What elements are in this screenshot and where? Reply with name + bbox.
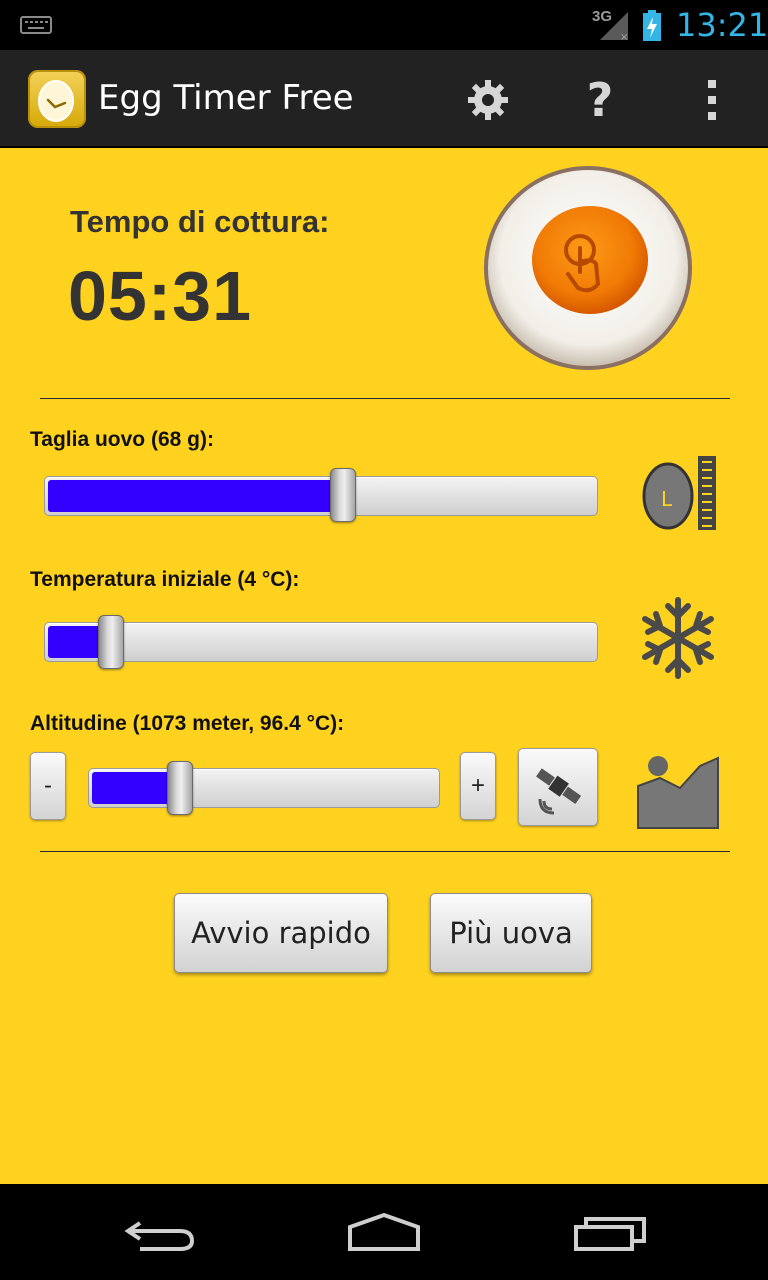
egg-size-icon: L: [642, 456, 716, 530]
mountain-icon: [637, 756, 719, 829]
more-eggs-button[interactable]: Più uova: [430, 893, 592, 973]
egg-size-slider[interactable]: [44, 476, 598, 516]
home-icon: [348, 1213, 420, 1251]
egg-size-slider-fill: [48, 480, 341, 512]
help-button[interactable]: ?: [570, 70, 630, 130]
altitude-slider-fill: [92, 772, 177, 804]
quick-start-button[interactable]: Avvio rapido: [174, 893, 388, 973]
help-icon: ?: [586, 73, 614, 127]
status-clock: 13:21: [676, 6, 768, 44]
satellite-icon: [536, 768, 582, 815]
recent-apps-button[interactable]: [570, 1208, 650, 1258]
section-divider: [40, 851, 730, 852]
altitude-label: Altitudine (1073 meter, 96.4 °C):: [30, 712, 345, 735]
cooking-time-label: Tempo di cottura:: [70, 204, 330, 239]
svg-text:×: ×: [620, 32, 628, 42]
home-button[interactable]: [344, 1208, 424, 1258]
egg-size-slider-thumb[interactable]: [330, 468, 357, 522]
overflow-menu-button[interactable]: [682, 70, 742, 130]
signal-icon: ×: [600, 12, 628, 42]
keyboard-icon: [20, 16, 52, 34]
app-logo-icon: [28, 70, 86, 128]
cooking-time-value: 05:31: [68, 257, 253, 335]
back-button[interactable]: [120, 1208, 200, 1258]
egg-size-badge: L: [661, 487, 673, 511]
status-bar: 3G × 13:21: [0, 0, 768, 50]
section-divider: [40, 398, 730, 399]
main-content: Tempo di cottura: 05:31 Taglia uovo (68 …: [0, 148, 768, 1184]
start-temperature-label: Temperatura iniziale (4 °C):: [30, 568, 300, 591]
start-temperature-slider[interactable]: [44, 622, 598, 662]
battery-charging-icon: [643, 10, 661, 41]
altitude-slider[interactable]: [88, 768, 440, 808]
app-title: Egg Timer Free: [98, 78, 354, 118]
settings-button[interactable]: [458, 70, 518, 130]
snowflake-icon: [642, 597, 714, 679]
settings-icon: [468, 80, 508, 120]
recent-apps-icon: [574, 1217, 646, 1251]
altitude-increase-button[interactable]: +: [460, 752, 496, 820]
egg-clock-icon: [38, 80, 74, 122]
overflow-menu-icon: [708, 80, 716, 120]
egg-start-button[interactable]: [482, 164, 694, 372]
altitude-slider-thumb[interactable]: [167, 761, 193, 815]
action-bar: Egg Timer Free ?: [0, 50, 768, 148]
start-temperature-slider-thumb[interactable]: [98, 615, 125, 669]
gps-locate-button[interactable]: [518, 748, 598, 826]
navigation-bar: [0, 1184, 768, 1280]
back-icon: [124, 1221, 195, 1251]
egg-size-label: Taglia uovo (68 g):: [30, 428, 214, 451]
altitude-decrease-button[interactable]: -: [30, 752, 66, 820]
